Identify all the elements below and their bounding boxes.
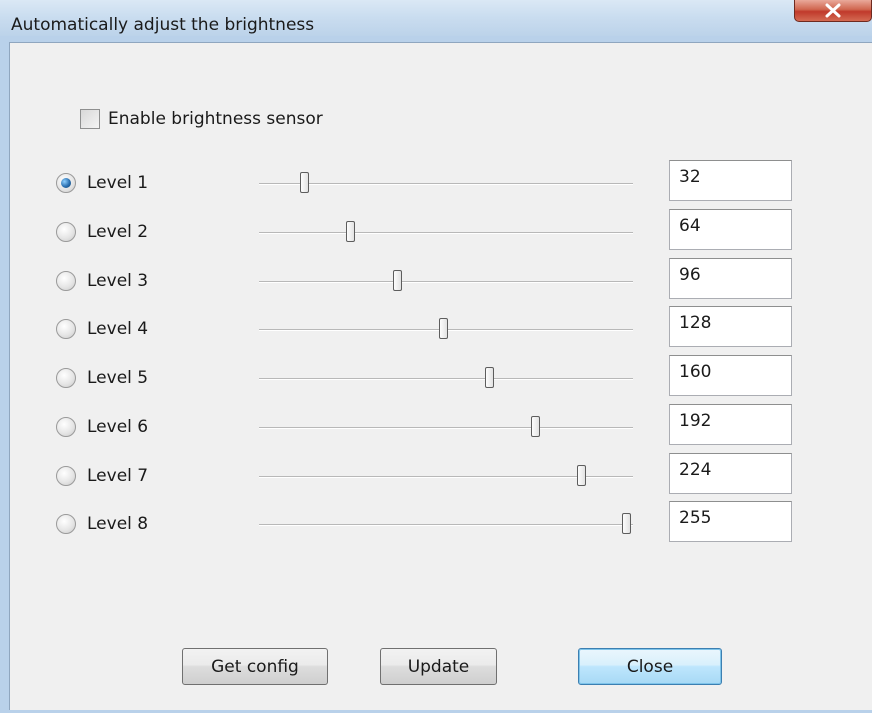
level-slider[interactable] — [257, 361, 637, 395]
level-value-field[interactable]: 128 — [669, 306, 792, 347]
slider-thumb[interactable] — [392, 270, 402, 291]
level-radio[interactable] — [56, 417, 76, 437]
brightness-sensor-label: Enable brightness sensor — [108, 109, 323, 129]
level-value-field[interactable]: 255 — [669, 501, 792, 542]
slider-thumb[interactable] — [346, 221, 356, 242]
slider-track — [259, 524, 633, 526]
level-row: Level 2 64 — [0, 209, 872, 255]
level-slider[interactable] — [257, 507, 637, 541]
level-label: Level 4 — [87, 319, 149, 339]
slider-thumb[interactable] — [577, 465, 587, 486]
level-slider[interactable] — [257, 264, 637, 298]
level-value-field[interactable]: 192 — [669, 404, 792, 445]
close-icon — [825, 3, 841, 18]
level-slider[interactable] — [257, 459, 637, 493]
level-slider[interactable] — [257, 166, 637, 200]
level-radio[interactable] — [56, 319, 76, 339]
level-radio[interactable] — [56, 514, 76, 534]
level-radio[interactable] — [56, 466, 76, 486]
slider-thumb[interactable] — [531, 416, 541, 437]
level-radio[interactable] — [56, 222, 76, 242]
level-label: Level 8 — [87, 514, 149, 534]
slider-thumb[interactable] — [438, 318, 448, 339]
dialog-window: Automatically adjust the brightness Enab… — [0, 0, 872, 713]
level-label: Level 6 — [87, 417, 149, 437]
level-label: Level 1 — [87, 173, 149, 193]
brightness-sensor-checkbox[interactable] — [80, 109, 100, 129]
close-button[interactable]: Close — [578, 648, 722, 685]
level-row: Level 5 160 — [0, 355, 872, 401]
level-row: Level 8 255 — [0, 501, 872, 547]
level-label: Level 3 — [87, 271, 149, 291]
slider-track — [259, 427, 633, 429]
level-value-field[interactable]: 32 — [669, 160, 792, 201]
level-label: Level 2 — [87, 222, 149, 242]
level-row: Level 3 96 — [0, 258, 872, 304]
level-radio[interactable] — [56, 271, 76, 291]
window-close-button[interactable] — [794, 0, 872, 22]
title-bar: Automatically adjust the brightness — [0, 0, 872, 36]
level-radio[interactable] — [56, 368, 76, 388]
slider-thumb[interactable] — [484, 367, 494, 388]
level-slider[interactable] — [257, 312, 637, 346]
brightness-sensor-toggle[interactable]: Enable brightness sensor — [80, 108, 323, 130]
slider-track — [259, 378, 633, 380]
slider-thumb[interactable] — [300, 172, 310, 193]
level-radio[interactable] — [56, 173, 76, 193]
level-row: Level 1 32 — [0, 160, 872, 206]
update-button[interactable]: Update — [380, 648, 497, 685]
slider-track — [259, 281, 633, 283]
slider-track — [259, 183, 633, 185]
slider-track — [259, 232, 633, 234]
level-row: Level 7 224 — [0, 453, 872, 499]
level-value-field[interactable]: 224 — [669, 453, 792, 494]
level-slider[interactable] — [257, 410, 637, 444]
level-label: Level 5 — [87, 368, 149, 388]
get-config-button[interactable]: Get config — [182, 648, 328, 685]
level-label: Level 7 — [87, 466, 149, 486]
window-title: Automatically adjust the brightness — [11, 15, 315, 35]
level-value-field[interactable]: 96 — [669, 258, 792, 299]
level-value-field[interactable]: 64 — [669, 209, 792, 250]
level-row: Level 4 128 — [0, 306, 872, 352]
level-slider[interactable] — [257, 215, 637, 249]
slider-thumb[interactable] — [622, 513, 632, 534]
level-row: Level 6 192 — [0, 404, 872, 450]
level-value-field[interactable]: 160 — [669, 355, 792, 396]
